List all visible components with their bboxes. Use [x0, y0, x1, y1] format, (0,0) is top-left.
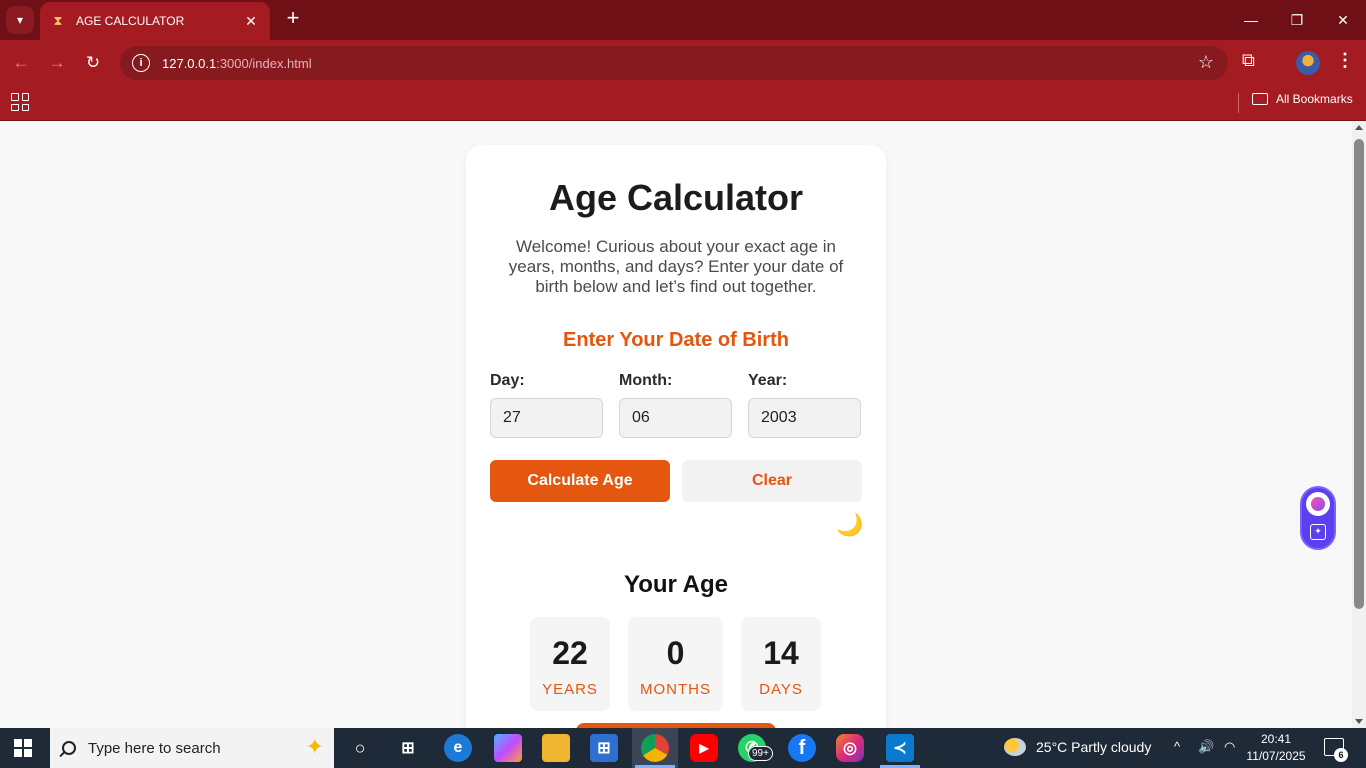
scroll-thumb[interactable]: [1354, 139, 1364, 609]
clock-time: 20:41: [1260, 732, 1292, 746]
kebab-menu-icon[interactable]: ⋮: [1336, 50, 1354, 71]
bookmarks-bar: All Bookmarks: [0, 86, 1366, 121]
volume-icon[interactable]: 🔊: [1198, 739, 1214, 755]
new-tab-icon[interactable]: +: [282, 7, 304, 30]
moon-icon[interactable]: 🌙: [836, 513, 863, 537]
month-input[interactable]: [619, 398, 732, 438]
file-explorer-icon[interactable]: [542, 734, 570, 762]
browser-toolbar: ← → ↻ i 127.0.0.1:3000/index.html ☆ ⧉ ⋮: [0, 40, 1366, 86]
month-label: Month:: [619, 372, 673, 389]
intro-text: Welcome! Curious about your exact age in…: [508, 237, 844, 296]
show-hidden-icons-chevron-icon[interactable]: ^: [1174, 739, 1180, 754]
tab-strip: ▾ ⧗ AGE CALCULATOR ✕ + — ❐ ✕: [0, 0, 1366, 40]
task-view-icon[interactable]: ⊞: [394, 734, 422, 762]
months-box: 0 MONTHS: [628, 617, 723, 711]
floating-assistant-widget[interactable]: ✦: [1300, 486, 1336, 550]
vscode-icon[interactable]: ≺: [886, 734, 914, 762]
page-viewport: Age Calculator Welcome! Curious about yo…: [0, 121, 1352, 728]
page-title: Age Calculator: [548, 177, 804, 218]
copilot-sparkle-icon: ✦: [305, 734, 324, 759]
copilot-app-icon[interactable]: [494, 734, 522, 762]
all-bookmarks-label: All Bookmarks: [1276, 92, 1353, 106]
clock-date: 11/07/2025: [1246, 749, 1306, 763]
page-scrollbar[interactable]: [1352, 121, 1366, 728]
days-value: 14: [763, 635, 799, 671]
years-box: 22 YEARS: [530, 617, 610, 711]
years-unit: YEARS: [542, 681, 598, 698]
your-age-heading: Your Age: [623, 571, 728, 598]
weather-text: 25°C Partly cloudy: [1036, 739, 1152, 755]
bookmarks-divider: [1238, 93, 1239, 113]
day-label: Day:: [490, 372, 525, 389]
years-value: 22: [552, 635, 588, 671]
extensions-puzzle-icon[interactable]: ⧉: [1242, 50, 1255, 71]
scroll-down-arrow-icon[interactable]: [1355, 719, 1363, 724]
cortana-circle-icon[interactable]: ○: [346, 734, 374, 762]
image-sparkle-icon[interactable]: ✦: [1310, 524, 1326, 540]
search-icon: [62, 741, 76, 755]
wifi-icon[interactable]: ◠: [1224, 739, 1235, 755]
close-window-icon[interactable]: ✕: [1328, 8, 1358, 32]
bookmark-star-icon[interactable]: ☆: [1198, 52, 1214, 73]
clear-button[interactable]: Clear: [682, 460, 862, 502]
facebook-icon[interactable]: f: [788, 734, 816, 762]
dob-heading: Enter Your Date of Birth: [563, 329, 789, 351]
taskbar-search-box[interactable]: Type here to search ✦: [50, 728, 334, 768]
windows-start-icon[interactable]: [14, 739, 32, 757]
system-clock[interactable]: 20:41 11/07/2025: [1246, 731, 1306, 765]
months-unit: MONTHS: [640, 681, 711, 698]
active-tab[interactable]: ⧗ AGE CALCULATOR ✕: [40, 2, 270, 40]
months-value: 0: [666, 635, 685, 671]
close-tab-icon[interactable]: ✕: [242, 13, 260, 30]
back-arrow-icon[interactable]: ←: [8, 50, 34, 76]
tab-title: AGE CALCULATOR: [76, 14, 185, 28]
scroll-up-arrow-icon[interactable]: [1355, 125, 1363, 130]
partly-cloudy-icon: [1004, 738, 1026, 756]
windows-taskbar: Type here to search ✦ ○ ⊞ e ⊞ ▶ ✆ 99+ f …: [0, 728, 1366, 768]
edge-browser-icon[interactable]: e: [444, 734, 472, 762]
site-info-icon[interactable]: i: [132, 54, 150, 72]
chrome-icon[interactable]: [641, 734, 669, 762]
days-box: 14 DAYS: [741, 617, 821, 711]
apps-grid-icon[interactable]: [11, 93, 29, 111]
minimize-icon[interactable]: —: [1236, 8, 1266, 32]
days-unit: DAYS: [759, 681, 803, 698]
whatsapp-badge: 99+: [748, 746, 773, 761]
hourglass-icon: ⧗: [53, 13, 63, 28]
address-bar[interactable]: i 127.0.0.1:3000/index.html ☆: [120, 46, 1228, 80]
forward-arrow-icon[interactable]: →: [44, 50, 70, 76]
all-bookmarks-button[interactable]: All Bookmarks: [1252, 92, 1353, 106]
url-text: 127.0.0.1:3000/index.html: [162, 55, 312, 71]
year-input[interactable]: [748, 398, 861, 438]
reload-icon[interactable]: ↻: [80, 50, 106, 76]
calculator-card: Age Calculator Welcome! Curious about yo…: [466, 145, 886, 728]
instagram-icon[interactable]: ◎: [836, 734, 864, 762]
notification-count-badge: 6: [1334, 748, 1348, 762]
restore-icon[interactable]: ❐: [1282, 8, 1312, 32]
calculate-age-button[interactable]: Calculate Age: [490, 460, 670, 502]
day-input[interactable]: [490, 398, 603, 438]
tab-search-chevron-icon[interactable]: ▾: [6, 6, 34, 34]
search-placeholder: Type here to search: [88, 739, 221, 757]
year-label: Year:: [748, 372, 788, 389]
weather-widget[interactable]: 25°C Partly cloudy: [1004, 738, 1151, 756]
profile-avatar[interactable]: [1296, 51, 1320, 75]
youtube-icon[interactable]: ▶: [690, 734, 718, 762]
folder-icon: [1252, 93, 1268, 105]
assistant-orb-icon[interactable]: [1306, 492, 1330, 516]
microsoft-store-icon[interactable]: ⊞: [590, 734, 618, 762]
